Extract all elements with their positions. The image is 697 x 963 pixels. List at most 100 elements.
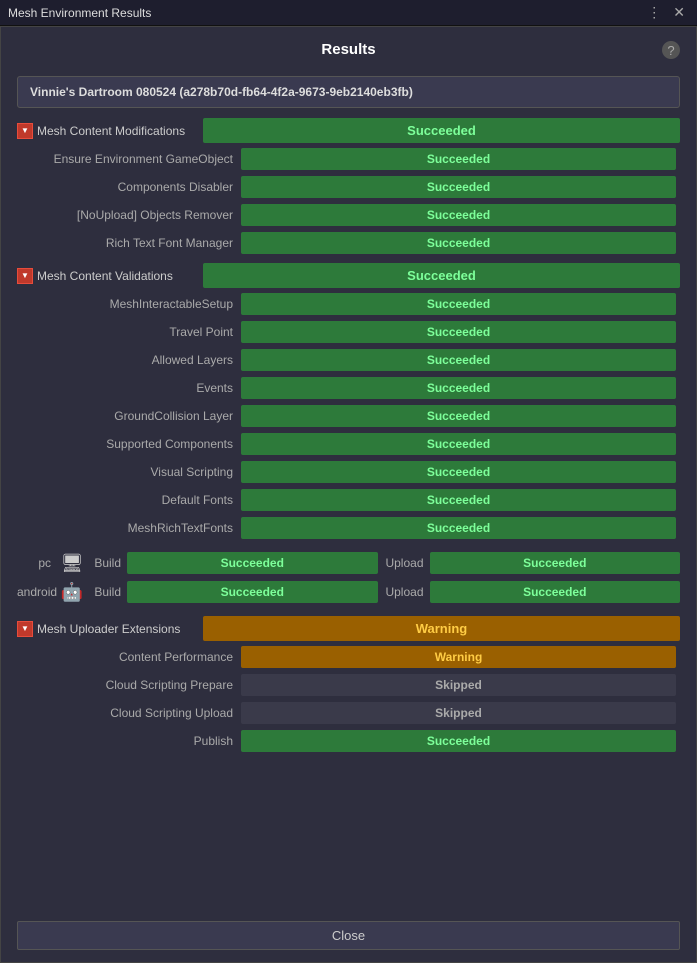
item-label: Content Performance	[17, 643, 237, 671]
section-label-extensions: Mesh Uploader Extensions	[37, 622, 197, 636]
table-row: Content Performance Warning	[17, 643, 680, 671]
section-status-validations: Succeeded	[203, 263, 680, 288]
title-bar-controls: ⋮ ✕	[643, 4, 689, 21]
table-row: Supported Components Succeeded	[17, 430, 680, 458]
item-label: Cloud Scripting Prepare	[17, 671, 237, 699]
table-row: GroundCollision Layer Succeeded	[17, 402, 680, 430]
item-label: Allowed Layers	[17, 346, 237, 374]
item-status: Succeeded	[241, 461, 676, 483]
build-label-pc: Build	[87, 556, 127, 570]
platform-label-android: android	[17, 585, 57, 599]
item-status: Succeeded	[241, 176, 676, 198]
item-status: Succeeded	[241, 405, 676, 427]
section-toggle-validations[interactable]: ▼	[17, 268, 33, 284]
section-toggle-modifications[interactable]: ▼	[17, 123, 33, 139]
upload-label-pc: Upload	[384, 556, 430, 570]
item-label: Default Fonts	[17, 486, 237, 514]
section-left-modifications: ▼ Mesh Content Modifications	[17, 118, 197, 143]
title-bar-title: Mesh Environment Results	[8, 6, 151, 20]
items-table-extensions: Content Performance Warning Cloud Script…	[17, 643, 680, 755]
item-status: Succeeded	[241, 293, 676, 315]
item-status: Succeeded	[241, 730, 676, 752]
item-status: Succeeded	[241, 321, 676, 343]
item-status: Succeeded	[241, 232, 676, 254]
item-label: Travel Point	[17, 318, 237, 346]
table-row: [NoUpload] Objects Remover Succeeded	[17, 201, 680, 229]
platform-row-pc: pc 🖥 Build Succeeded Upload Succeeded	[17, 550, 680, 576]
upload-label-android: Upload	[384, 585, 430, 599]
item-status: Succeeded	[241, 204, 676, 226]
close-button[interactable]: Close	[17, 921, 680, 950]
section-left-validations: ▼ Mesh Content Validations	[17, 263, 197, 288]
title-bar: Mesh Environment Results ⋮ ✕	[0, 0, 697, 26]
table-row: Allowed Layers Succeeded	[17, 346, 680, 374]
room-name: Vinnie's Dartroom 080524 (a278b70d-fb64-…	[17, 76, 680, 108]
section-mesh-content-validations: ▼ Mesh Content Validations Succeeded Mes…	[17, 263, 680, 610]
toggle-icon-validations: ▼	[21, 271, 29, 280]
title-bar-left: Mesh Environment Results	[8, 6, 151, 20]
item-status: Succeeded	[241, 433, 676, 455]
results-title: Results	[321, 41, 375, 58]
section-label-validations: Mesh Content Validations	[37, 269, 197, 283]
item-status: Succeeded	[241, 349, 676, 371]
item-label: Cloud Scripting Upload	[17, 699, 237, 727]
results-footer: Close	[1, 913, 696, 962]
more-options-button[interactable]: ⋮	[643, 4, 665, 21]
table-row: Components Disabler Succeeded	[17, 173, 680, 201]
item-label: Components Disabler	[17, 173, 237, 201]
table-row: Cloud Scripting Upload Skipped	[17, 699, 680, 727]
results-window: Results ? Vinnie's Dartroom 080524 (a278…	[0, 26, 697, 963]
item-status: Succeeded	[241, 489, 676, 511]
help-button[interactable]: ?	[662, 41, 680, 59]
results-header: Results ?	[1, 27, 696, 68]
build-label-android: Build	[87, 585, 127, 599]
item-label: Supported Components	[17, 430, 237, 458]
table-row: MeshRichTextFonts Succeeded	[17, 514, 680, 542]
platform-row-android: android 🤖 Build Succeeded Upload Succeed…	[17, 579, 680, 605]
item-status: Skipped	[241, 702, 676, 724]
toggle-icon-modifications: ▼	[21, 126, 29, 135]
section-header-row-validations: ▼ Mesh Content Validations Succeeded	[17, 263, 680, 288]
upload-status-pc: Succeeded	[430, 552, 681, 574]
table-row: Travel Point Succeeded	[17, 318, 680, 346]
item-label: Rich Text Font Manager	[17, 229, 237, 257]
item-label: MeshRichTextFonts	[17, 514, 237, 542]
section-toggle-extensions[interactable]: ▼	[17, 621, 33, 637]
item-label: Ensure Environment GameObject	[17, 145, 237, 173]
table-row: Publish Succeeded	[17, 727, 680, 755]
table-row: Visual Scripting Succeeded	[17, 458, 680, 486]
platform-rows: pc 🖥 Build Succeeded Upload Succeeded an…	[17, 546, 680, 610]
android-icon: 🤖	[57, 582, 87, 603]
section-label-modifications: Mesh Content Modifications	[37, 124, 197, 138]
platform-label-pc: pc	[17, 556, 57, 570]
table-row: Ensure Environment GameObject Succeeded	[17, 145, 680, 173]
build-status-android: Succeeded	[127, 581, 378, 603]
item-label: Publish	[17, 727, 237, 755]
build-status-pc: Succeeded	[127, 552, 378, 574]
table-row: MeshInteractableSetup Succeeded	[17, 290, 680, 318]
section-status-modifications: Succeeded	[203, 118, 680, 143]
section-status-extensions: Warning	[203, 616, 680, 641]
item-label: GroundCollision Layer	[17, 402, 237, 430]
item-label: [NoUpload] Objects Remover	[17, 201, 237, 229]
items-table-validations: MeshInteractableSetup Succeeded Travel P…	[17, 290, 680, 542]
item-status: Succeeded	[241, 517, 676, 539]
item-status: Skipped	[241, 674, 676, 696]
item-status: Succeeded	[241, 377, 676, 399]
section-header-row-extensions: ▼ Mesh Uploader Extensions Warning	[17, 616, 680, 641]
results-content: Vinnie's Dartroom 080524 (a278b70d-fb64-…	[1, 68, 696, 913]
table-row: Cloud Scripting Prepare Skipped	[17, 671, 680, 699]
table-row: Events Succeeded	[17, 374, 680, 402]
section-mesh-uploader-extensions: ▼ Mesh Uploader Extensions Warning Conte…	[17, 616, 680, 755]
section-header-row-modifications: ▼ Mesh Content Modifications Succeeded	[17, 118, 680, 143]
section-mesh-content-modifications: ▼ Mesh Content Modifications Succeeded E…	[17, 118, 680, 257]
upload-status-android: Succeeded	[430, 581, 681, 603]
close-window-button[interactable]: ✕	[669, 4, 689, 21]
item-status: Warning	[241, 646, 676, 668]
item-label: Events	[17, 374, 237, 402]
item-label: MeshInteractableSetup	[17, 290, 237, 318]
items-table-modifications: Ensure Environment GameObject Succeeded …	[17, 145, 680, 257]
pc-icon: 🖥	[57, 553, 87, 574]
item-label: Visual Scripting	[17, 458, 237, 486]
table-row: Rich Text Font Manager Succeeded	[17, 229, 680, 257]
